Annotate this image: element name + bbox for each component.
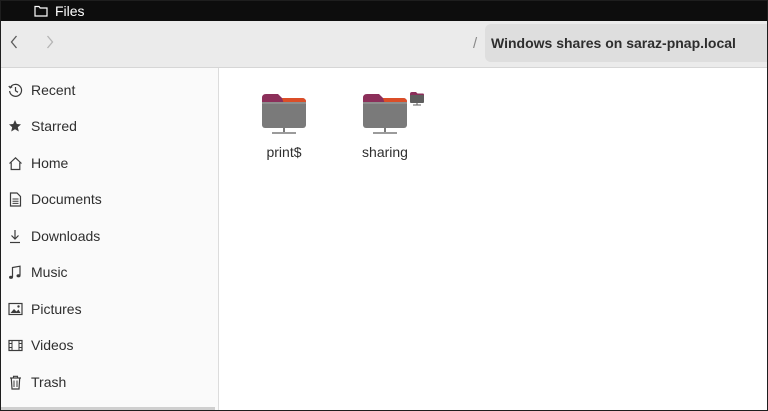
top-bar: Files (1, 1, 767, 21)
sidebar-item-label: Recent (31, 82, 76, 98)
header-bar: / Windows shares on saraz-pnap.local (1, 21, 767, 68)
path-current-location[interactable]: Windows shares on saraz-pnap.local (491, 35, 736, 51)
sidebar-item-music[interactable]: Music (1, 257, 218, 287)
sidebar-item-starred[interactable]: Starred (1, 111, 218, 141)
chevron-right-icon (46, 35, 54, 54)
sidebar: Recent Starred Home Documents Downloads … (1, 68, 219, 410)
sidebar-item-label: Starred (31, 118, 77, 134)
app-title[interactable]: Files (55, 1, 85, 21)
path-separator: / (473, 34, 478, 52)
sidebar-item-label: Trash (31, 374, 67, 390)
picture-icon (7, 301, 23, 317)
sidebar-item-home[interactable]: Home (1, 148, 218, 178)
folder-icon (34, 4, 48, 18)
star-icon (7, 118, 23, 134)
video-icon (7, 337, 23, 353)
sidebar-item-pictures[interactable]: Pictures (1, 294, 218, 324)
path-bar[interactable]: / Windows shares on saraz-pnap.local (473, 24, 767, 62)
home-icon (7, 155, 23, 171)
share-item-label: sharing (362, 144, 408, 160)
back-button[interactable] (3, 32, 25, 56)
sidebar-item-documents[interactable]: Documents (1, 184, 218, 214)
sidebar-item-label: Downloads (31, 228, 101, 244)
sidebar-item-trash[interactable]: Trash (1, 367, 218, 397)
sidebar-scrollbar[interactable] (1, 407, 215, 410)
sidebar-item-label: Documents (31, 191, 102, 207)
file-manager-window: Files / Windows shares on saraz-pnap.loc… (0, 0, 768, 411)
clock-icon (7, 82, 23, 98)
download-icon (7, 228, 23, 244)
share-item-label: print$ (266, 144, 302, 160)
network-folder-icon (258, 88, 310, 138)
document-icon (7, 191, 23, 207)
music-icon (7, 264, 23, 280)
forward-button[interactable] (39, 32, 61, 56)
chevron-left-icon (10, 35, 18, 54)
shared-emblem-icon (409, 90, 425, 111)
trash-icon (7, 374, 23, 390)
sidebar-item-videos[interactable]: Videos (1, 330, 218, 360)
share-item-print[interactable]: print$ (244, 88, 324, 160)
sidebar-item-label: Pictures (31, 301, 82, 317)
share-item-sharing[interactable]: sharing (345, 88, 425, 160)
sidebar-item-label: Home (31, 155, 69, 171)
sidebar-item-downloads[interactable]: Downloads (1, 221, 218, 251)
file-view[interactable]: print$ sharing (219, 68, 767, 410)
sidebar-item-label: Videos (31, 337, 74, 353)
sidebar-item-label: Music (31, 264, 68, 280)
network-folder-icon (359, 88, 424, 138)
sidebar-item-recent[interactable]: Recent (1, 75, 218, 105)
